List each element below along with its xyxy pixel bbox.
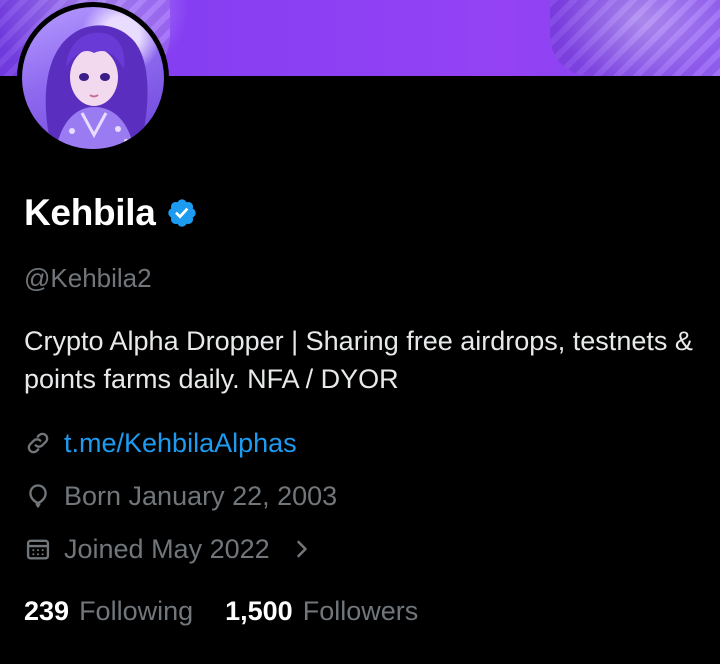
name-row: Kehbila (24, 190, 198, 236)
balloon-icon (24, 482, 52, 510)
calendar-icon (24, 535, 52, 563)
following-count: 239 (24, 596, 70, 626)
link-icon (24, 429, 52, 457)
profile-website[interactable]: t.me/KehbilaAlphas (24, 426, 297, 460)
followers-count: 1,500 (225, 596, 293, 626)
joined-date-text: Joined May 2022 (64, 534, 270, 564)
birthdate-text: Born January 22, 2003 (64, 481, 338, 511)
followers-stat[interactable]: 1,500 Followers (225, 594, 418, 628)
followers-label: Followers (302, 596, 419, 626)
display-name: Kehbila (24, 192, 156, 233)
website-link[interactable]: t.me/KehbilaAlphas (64, 426, 297, 460)
verified-checkmark-icon[interactable] (166, 197, 198, 229)
profile-handle: @Kehbila2 (24, 263, 152, 293)
profile-birthdate: Born January 22, 2003 (24, 479, 337, 513)
avatar-illustration (45, 25, 148, 149)
profile-joined-date[interactable]: Joined May 2022 (24, 532, 316, 566)
avatar-border (17, 2, 169, 154)
profile-bio: Crypto Alpha Dropper | Sharing free aird… (24, 326, 693, 394)
banner-artwork-right (550, 0, 720, 76)
avatar[interactable] (22, 7, 164, 149)
following-stat[interactable]: 239 Following (24, 594, 193, 628)
following-label: Following (79, 596, 194, 626)
profile-stats: 239 Following 1,500 Followers (24, 594, 450, 628)
chevron-right-icon[interactable] (288, 535, 316, 563)
